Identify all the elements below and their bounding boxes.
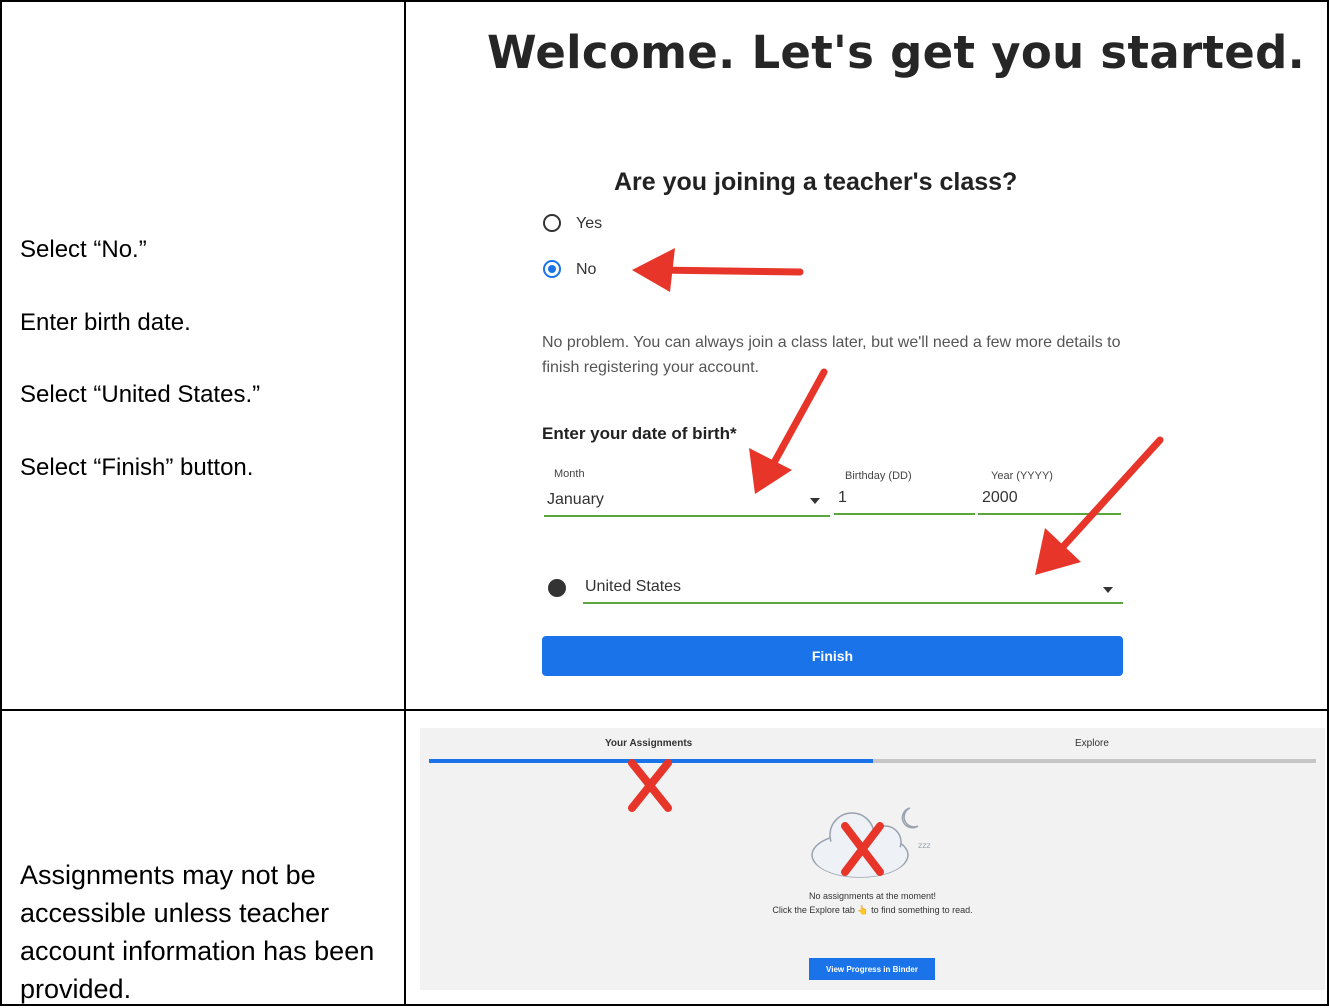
arrow-to-birth-date xyxy=(749,368,828,494)
annotation-overlay: zzz xyxy=(628,248,1164,878)
arrow-to-no xyxy=(632,248,804,292)
svg-text:zzz: zzz xyxy=(918,841,931,850)
x-mark-assignments-tab-icon xyxy=(628,759,672,812)
arrow-to-country xyxy=(1035,436,1164,575)
